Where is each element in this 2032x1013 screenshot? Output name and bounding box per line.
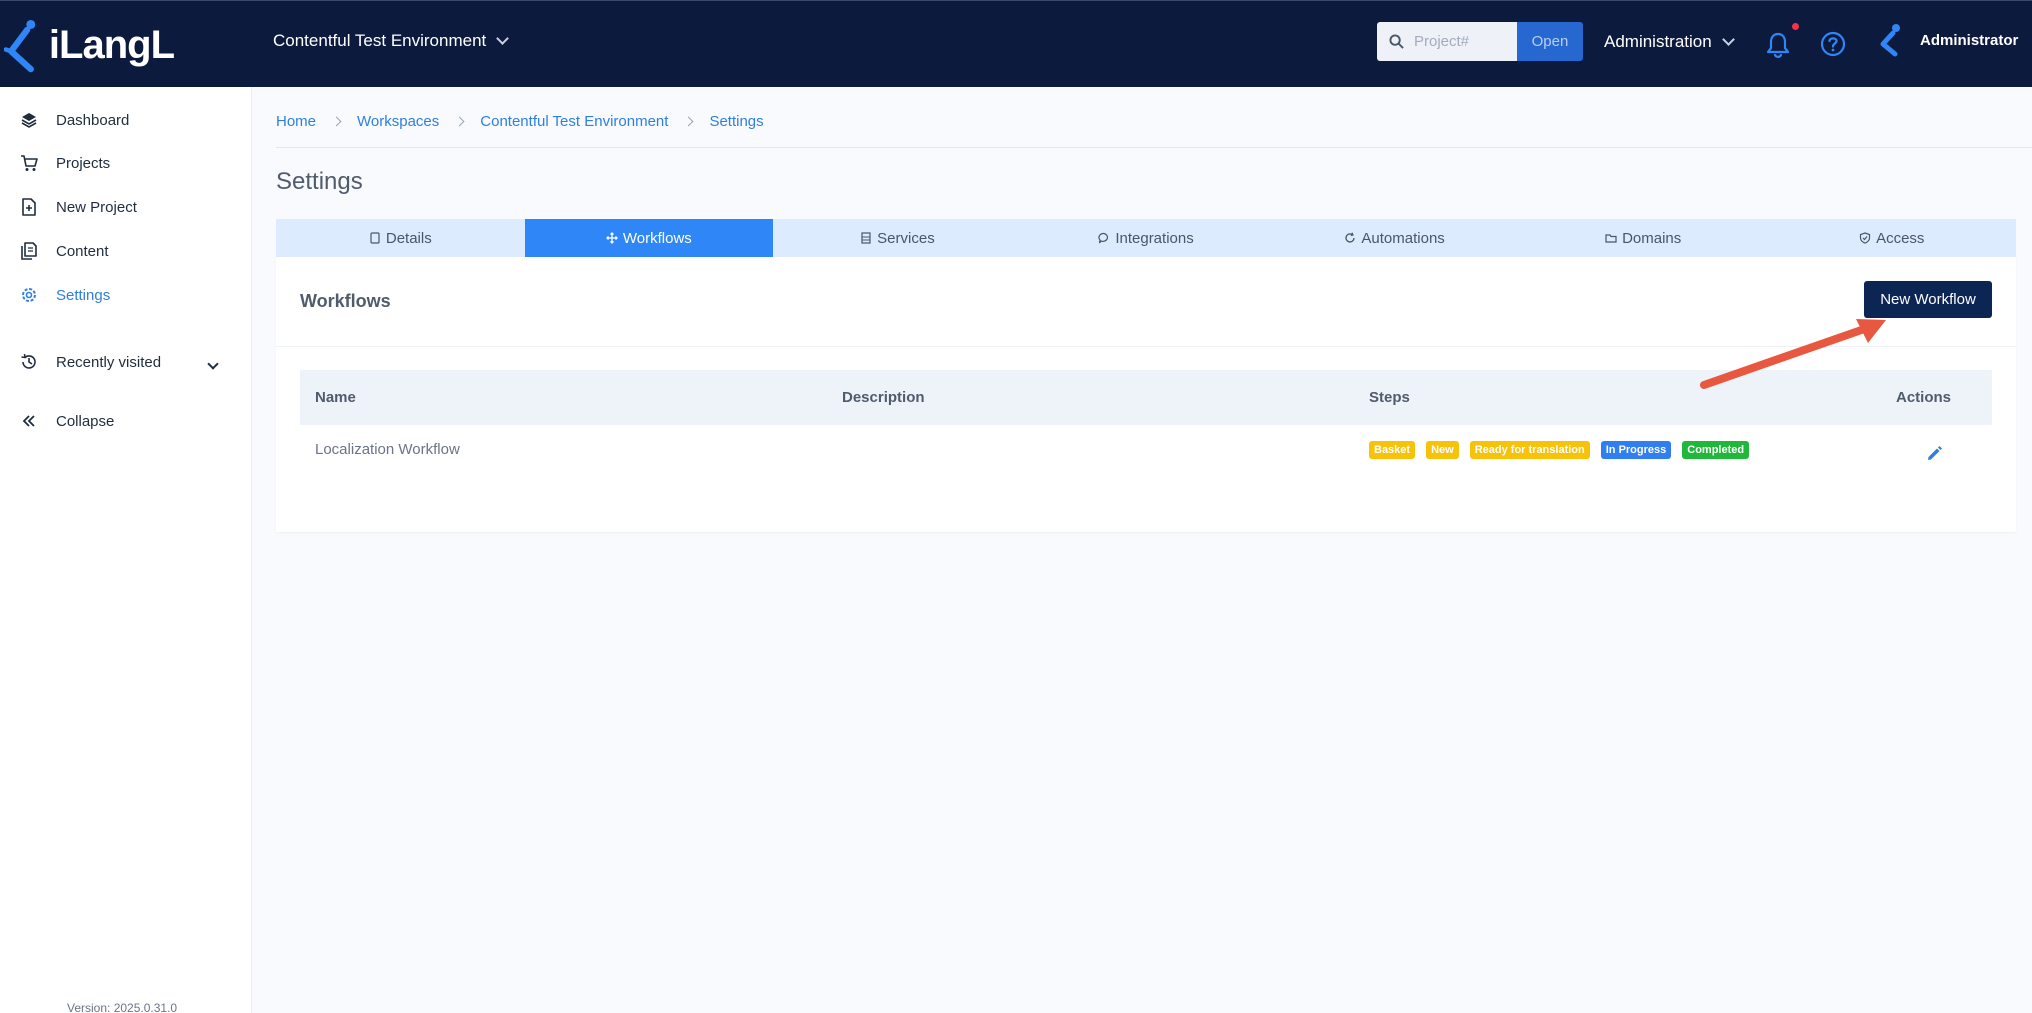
layers-icon: [21, 113, 37, 128]
open-project-button[interactable]: Open: [1517, 22, 1583, 61]
settings-tabs: Details Workflows Services Integrations …: [276, 219, 2016, 257]
recently-visited-toggle[interactable]: Recently visited: [20, 353, 161, 371]
chevron-right-icon: [454, 116, 465, 127]
folder-icon: [1605, 234, 1617, 243]
workspace-selector[interactable]: Contentful Test Environment: [273, 31, 510, 51]
tab-label: Workflows: [622, 229, 692, 247]
user-name: Administrator: [1920, 31, 2019, 49]
chevron-down-icon: [496, 32, 510, 45]
page-title: Settings: [276, 168, 363, 195]
documents-icon: [21, 242, 37, 260]
logo-icon: [4, 19, 36, 73]
sidebar-item-content[interactable]: Content: [20, 242, 109, 260]
table-row: Localization Workflow Basket New Ready f…: [300, 425, 1992, 480]
chat-icon: [1098, 232, 1109, 244]
column-header-actions: Actions: [1896, 389, 1952, 406]
avatar: [1880, 24, 1900, 57]
sidebar-item-label: Content: [56, 242, 109, 260]
sidebar-item-label: Projects: [56, 154, 111, 172]
collapse-button[interactable]: Collapse: [20, 412, 114, 430]
search-icon: [1389, 34, 1404, 49]
sidebar-item-projects[interactable]: Projects: [20, 154, 110, 172]
card-title: Workflows: [300, 291, 391, 311]
column-header-name: Name: [315, 389, 356, 406]
project-search-input[interactable]: [1414, 33, 1514, 50]
tab-label: Details: [385, 229, 432, 247]
workflow-steps: Basket New Ready for translation In Prog…: [1369, 441, 1750, 459]
pencil-icon[interactable]: [1925, 445, 1943, 463]
sidebar-item-label: New Project: [56, 198, 137, 216]
chevron-down-icon: [1721, 33, 1735, 46]
logo-text: iLangL: [48, 22, 175, 67]
user-menu[interactable]: Administrator: [1878, 23, 2018, 57]
sidebar: Dashboard Projects New Project Content S…: [0, 87, 252, 1013]
shield-check-icon: [1859, 232, 1871, 244]
top-bar: iLangL Contentful Test Environment Open …: [0, 0, 2032, 87]
column-header-steps: Steps: [1369, 389, 1410, 406]
step-badge: New: [1426, 441, 1459, 459]
chevron-right-icon: [331, 116, 342, 127]
column-header-description: Description: [842, 389, 925, 406]
administration-label: Administration: [1604, 32, 1712, 51]
refresh-icon: [1345, 232, 1356, 243]
sidebar-item-dashboard[interactable]: Dashboard: [20, 111, 129, 129]
step-badge: Ready for translation: [1469, 441, 1590, 459]
divider: [276, 147, 2032, 148]
chevron-down-icon[interactable]: [207, 358, 219, 370]
project-search: [1377, 22, 1517, 61]
file-plus-icon: [22, 198, 36, 216]
tab-label: Automations: [1361, 229, 1445, 247]
tab-workflows[interactable]: Workflows: [524, 219, 774, 257]
annotation-arrow: [1700, 319, 1886, 389]
step-badge: Basket: [1369, 441, 1416, 459]
administration-menu[interactable]: Administration: [1604, 32, 1735, 52]
version-label: Version: 2025.0.31.0: [67, 1001, 178, 1013]
breadcrumb-home[interactable]: Home: [276, 113, 316, 130]
tab-label: Services: [877, 229, 935, 247]
tab-label: Integrations: [1115, 229, 1194, 247]
cart-icon: [21, 155, 38, 171]
recently-visited-label: Recently visited: [56, 353, 162, 371]
tab-integrations[interactable]: Integrations: [1022, 219, 1271, 257]
logo[interactable]: iLangL: [4, 13, 175, 77]
breadcrumb-workspace[interactable]: Contentful Test Environment: [480, 113, 668, 130]
step-badge: In Progress: [1600, 441, 1672, 459]
workspace-name: Contentful Test Environment: [273, 31, 487, 50]
double-chevron-left-icon: [22, 415, 35, 427]
tablet-icon: [370, 232, 380, 244]
server-icon: [861, 232, 871, 244]
notification-dot: [1792, 23, 1799, 30]
sidebar-item-new-project[interactable]: New Project: [20, 198, 137, 216]
tab-domains[interactable]: Domains: [1519, 219, 1768, 257]
gear-icon: [22, 288, 36, 302]
tab-details[interactable]: Details: [276, 219, 525, 257]
collapse-label: Collapse: [56, 412, 115, 430]
help-icon[interactable]: [1820, 31, 1846, 57]
sidebar-item-settings[interactable]: Settings: [20, 286, 110, 304]
breadcrumb: Home Workspaces Contentful Test Environm…: [276, 113, 764, 130]
sidebar-item-label: Dashboard: [56, 111, 130, 129]
bell-icon[interactable]: [1765, 31, 1791, 59]
chevron-right-icon: [684, 116, 694, 127]
sidebar-item-label: Settings: [56, 286, 111, 304]
tab-label: Access: [1876, 229, 1925, 247]
move-icon: [605, 232, 618, 244]
workflow-name: Localization Workflow: [315, 441, 460, 458]
tab-services[interactable]: Services: [773, 219, 1022, 257]
tab-access[interactable]: Access: [1767, 219, 2016, 257]
history-icon: [21, 353, 36, 369]
breadcrumb-workspaces[interactable]: Workspaces: [357, 113, 439, 130]
breadcrumb-settings[interactable]: Settings: [709, 113, 763, 130]
step-badge: Completed: [1682, 441, 1750, 459]
tab-label: Domains: [1622, 229, 1682, 247]
tab-automations[interactable]: Automations: [1270, 219, 1519, 257]
